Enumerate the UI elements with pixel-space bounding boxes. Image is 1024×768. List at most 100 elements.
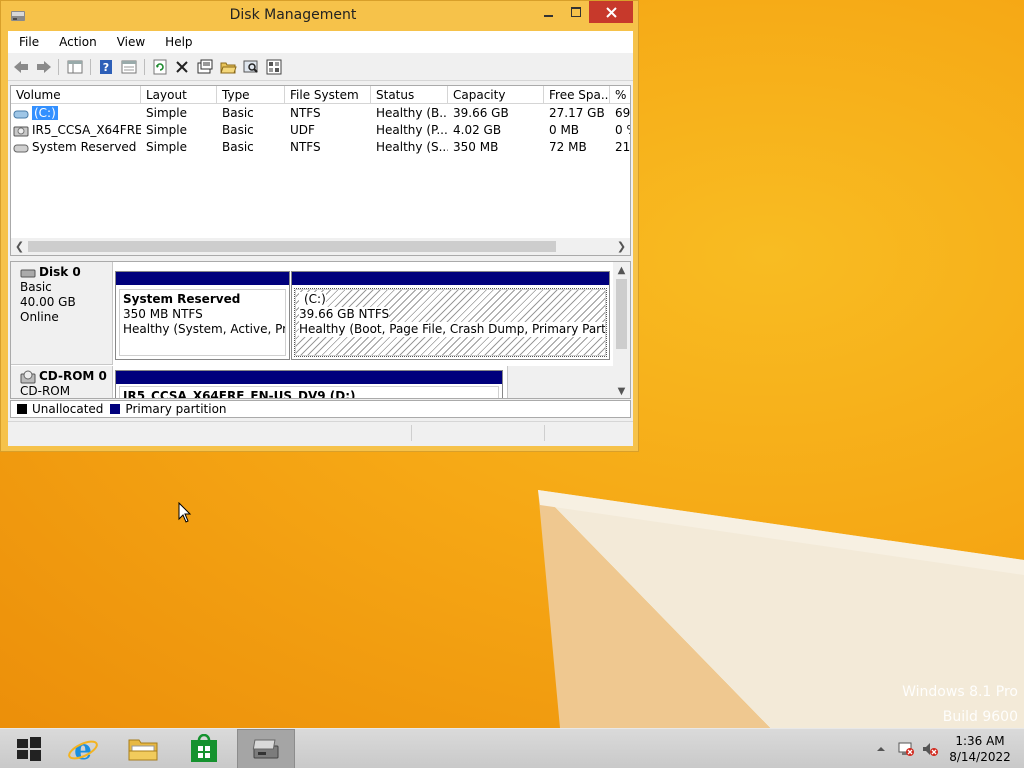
folder-icon — [128, 739, 158, 761]
volume-percent-free: 0 % — [615, 123, 630, 137]
scroll-up-icon[interactable]: ▲ — [613, 262, 630, 279]
taskbar-store[interactable] — [175, 729, 233, 768]
toolbar-separator — [58, 59, 59, 75]
primary-partition-swatch — [110, 404, 121, 414]
scrollbar-thumb[interactable] — [28, 241, 556, 252]
volume-status: Healthy (P... — [376, 123, 448, 137]
partition-legend: Unallocated Primary partition — [10, 400, 631, 418]
volume-file-system: UDF — [290, 123, 315, 137]
taskbar-file-explorer[interactable] — [114, 729, 172, 768]
menu-view[interactable]: View — [106, 35, 154, 49]
search-disk-icon[interactable] — [242, 58, 260, 76]
scroll-down-icon[interactable]: ▼ — [613, 383, 630, 398]
volume-list-horizontal-scrollbar[interactable]: ❮ ❯ — [11, 238, 630, 255]
menu-file[interactable]: File — [8, 35, 48, 49]
hard-disk-icon — [20, 269, 36, 277]
disk-view-vertical-scrollbar[interactable]: ▲ ▼ — [613, 262, 630, 398]
column-header-status[interactable]: Status — [371, 86, 448, 104]
volume-layout: Simple — [146, 106, 187, 120]
partition-c-drive[interactable]: (C:) 39.66 GB NTFS Healthy (Boot, Page F… — [291, 271, 610, 360]
volume-muted-icon[interactable] — [921, 741, 939, 757]
toolbar: ? — [8, 53, 633, 81]
scrollbar-thumb[interactable] — [616, 279, 627, 349]
start-button[interactable] — [0, 729, 58, 768]
forward-arrow-icon[interactable] — [35, 58, 53, 76]
disk-0-label[interactable]: Disk 0 Basic 40.00 GB Online — [11, 262, 113, 365]
partition-size: 350 MB NTFS — [123, 307, 203, 321]
volume-free-space: 27.17 GB — [549, 106, 605, 120]
partition-size: 39.66 GB NTFS — [299, 307, 390, 322]
window-title: Disk Management — [229, 7, 357, 23]
volume-list[interactable]: Volume Layout Type File System Status Ca… — [10, 85, 631, 256]
taskbar-internet-explorer[interactable]: e — [54, 729, 112, 768]
partition-system-reserved[interactable]: System Reserved 350 MB NTFS Healthy (Sys… — [115, 271, 290, 360]
column-header-free-space[interactable]: Free Spa... — [544, 86, 610, 104]
maximize-button[interactable] — [563, 1, 589, 23]
volume-row[interactable]: System Reserved Simple Basic NTFS Health… — [11, 139, 631, 156]
volume-file-system: NTFS — [290, 106, 321, 120]
cdrom-0-label[interactable]: CD-ROM 0 CD-ROM — [11, 366, 113, 398]
show-hide-console-tree-icon[interactable] — [66, 58, 84, 76]
clock-time: 1:36 AM — [955, 734, 1005, 748]
refresh-icon[interactable] — [151, 58, 169, 76]
column-header-percent-free[interactable]: % F — [610, 86, 630, 104]
taskbar-clock[interactable]: 1:36 AM 8/14/2022 — [944, 733, 1016, 765]
back-arrow-icon[interactable] — [12, 58, 30, 76]
toolbar-separator — [144, 59, 145, 75]
volume-capacity: 350 MB — [453, 140, 499, 154]
legend-unallocated: Unallocated — [32, 402, 104, 416]
volume-row[interactable]: IR5_CCSA_X64FRE... Simple Basic UDF Heal… — [11, 122, 630, 139]
store-icon — [191, 734, 217, 762]
volume-percent-free: 21 — [615, 140, 631, 154]
partition-status: Healthy (System, Active, Prima — [123, 322, 286, 336]
scroll-right-icon[interactable]: ❯ — [613, 238, 630, 255]
minimize-button[interactable] — [535, 1, 563, 23]
volume-row[interactable]: (C:) Simple Basic NTFS Healthy (B... 39.… — [11, 105, 630, 122]
status-bar-divider — [411, 425, 412, 441]
cdrom-type: CD-ROM — [20, 384, 71, 398]
clock-date: 8/14/2022 — [949, 750, 1011, 764]
volume-list-header: Volume Layout Type File System Status Ca… — [11, 86, 630, 104]
menu-action[interactable]: Action — [48, 35, 106, 49]
menu-help[interactable]: Help — [154, 35, 201, 49]
volume-type: Basic — [222, 106, 254, 120]
maximize-icon — [571, 7, 581, 17]
column-header-layout[interactable]: Layout — [141, 86, 217, 104]
close-button[interactable] — [589, 1, 633, 23]
volume-file-system: NTFS — [290, 140, 321, 154]
volume-name: IR5_CCSA_X64FRE... — [32, 123, 141, 137]
volume-capacity: 39.66 GB — [453, 106, 509, 120]
column-header-type[interactable]: Type — [217, 86, 285, 104]
partition-bar — [292, 272, 609, 285]
disk-name: Disk 0 — [39, 265, 81, 279]
volume-capacity: 4.02 GB — [453, 123, 502, 137]
column-header-volume[interactable]: Volume — [11, 86, 141, 104]
cdrom-partition-name: IR5_CCSA_X64FRE_EN-US_DV9 (D:) — [119, 386, 499, 398]
column-header-capacity[interactable]: Capacity — [448, 86, 544, 104]
open-folder-icon[interactable] — [219, 58, 237, 76]
unallocated-swatch — [17, 404, 27, 414]
volume-status: Healthy (B... — [376, 106, 448, 120]
volume-layout: Simple — [146, 123, 187, 137]
delete-icon[interactable] — [173, 58, 191, 76]
properties-pane-icon[interactable] — [120, 58, 138, 76]
cdrom-empty-area — [507, 366, 615, 398]
cd-rom-icon — [20, 370, 36, 383]
disk-management-window: Disk Management File Action View Help ? — [0, 0, 639, 452]
internet-explorer-icon: e — [68, 733, 98, 765]
taskbar-disk-management[interactable] — [237, 729, 295, 768]
scroll-left-icon[interactable]: ❮ — [11, 238, 28, 255]
show-hidden-icons-chevron-icon[interactable] — [875, 741, 887, 757]
title-bar[interactable]: Disk Management — [1, 1, 638, 31]
toolbar-separator — [90, 59, 91, 75]
disk-settings-icon[interactable] — [265, 58, 283, 76]
disk-graphical-view[interactable]: Disk 0 Basic 40.00 GB Online System Rese… — [10, 261, 631, 399]
minimize-icon — [544, 15, 553, 17]
network-error-icon[interactable] — [897, 741, 915, 757]
cdrom-name: CD-ROM 0 — [39, 369, 107, 383]
properties-icon[interactable] — [196, 58, 214, 76]
help-icon[interactable]: ? — [97, 58, 115, 76]
column-header-file-system[interactable]: File System — [285, 86, 371, 104]
volume-type: Basic — [222, 123, 254, 137]
partition-cdrom[interactable]: IR5_CCSA_X64FRE_EN-US_DV9 (D:) — [115, 370, 503, 398]
